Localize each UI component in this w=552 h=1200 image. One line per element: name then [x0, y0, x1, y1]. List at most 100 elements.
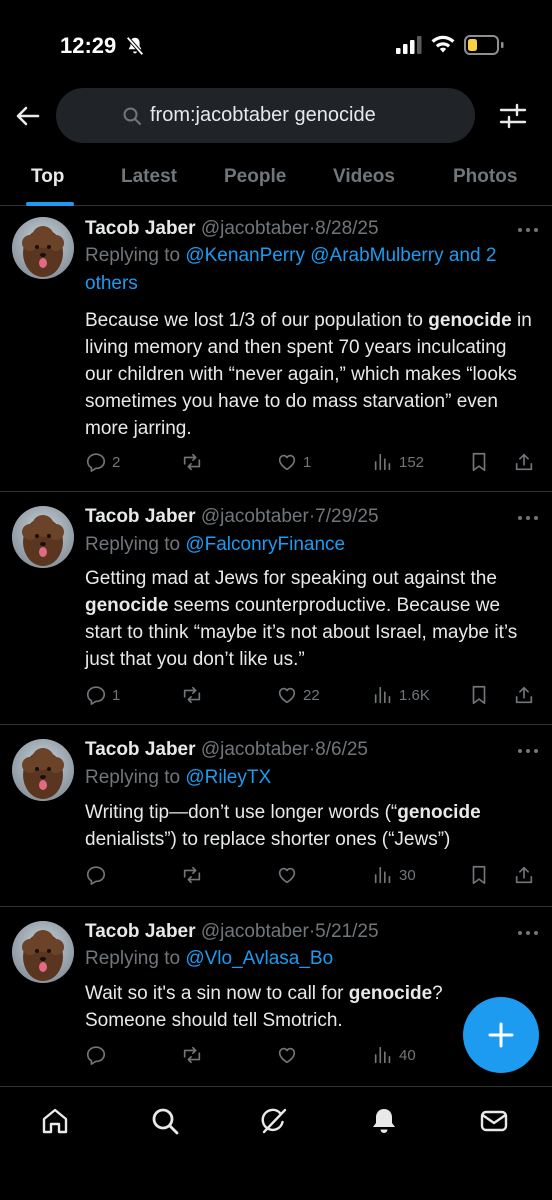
tweet-author-name[interactable]: Tacob Jaber [85, 506, 196, 527]
repost-button[interactable] [181, 683, 208, 707]
reply-count: 1 [112, 686, 121, 704]
tweet-date[interactable]: 7/29/25 [315, 506, 378, 527]
tweet-header: Tacob Jaber @jacobtaber·8/6/25 [85, 739, 368, 761]
tweet-author-handle[interactable]: @jacobtaber [201, 921, 309, 942]
dog-avatar-image [12, 217, 74, 279]
views-count: 1.6K [399, 686, 430, 704]
replying-to-mentions[interactable]: @Vlo_Avlasa_Bo [185, 948, 333, 969]
views-button[interactable]: 1.6K [372, 683, 430, 707]
more-options-icon[interactable] [516, 747, 540, 755]
replying-to-label: Replying to [85, 245, 186, 266]
views-button[interactable]: 40 [372, 1043, 416, 1067]
tab-latest[interactable]: Latest [121, 166, 177, 188]
tab-videos[interactable]: Videos [333, 166, 395, 188]
dog-avatar-image [12, 739, 74, 801]
tab-people[interactable]: People [224, 166, 286, 188]
tweet-card[interactable]: Tacob Jaber @jacobtaber·7/29/25 Replying… [0, 492, 552, 725]
battery-icon [464, 35, 504, 55]
repost-button[interactable] [181, 450, 208, 474]
replying-to-label: Replying to [85, 948, 186, 969]
status-bar: 12:29 [0, 0, 552, 80]
grok-icon[interactable] [258, 1105, 290, 1137]
dog-avatar-image [12, 921, 74, 983]
views-icon [374, 453, 391, 471]
tweet-author-name[interactable]: Tacob Jaber [85, 921, 196, 942]
dog-avatar-image [12, 506, 74, 568]
tweet-date[interactable]: 8/6/25 [315, 739, 368, 760]
like-icon [278, 1047, 296, 1064]
share-button[interactable] [513, 450, 535, 474]
avatar[interactable] [12, 921, 74, 983]
tweet-text-part: Wait so it's a sin now to call for [85, 983, 349, 1004]
reply-button[interactable]: 2 [85, 450, 120, 474]
like-button[interactable] [276, 863, 303, 887]
replying-to: Replying to @RileyTX [85, 764, 535, 792]
reply-icon [86, 453, 106, 472]
tweet-card[interactable]: Tacob Jaber @jacobtaber·8/6/25 Replying … [0, 725, 552, 907]
tweet-card[interactable]: Tacob Jaber @jacobtaber·8/28/25 Replying… [0, 207, 552, 492]
tweet-text: Because we lost 1/3 of our population to… [85, 307, 537, 442]
signal-icon [396, 36, 422, 54]
tweet-author-name[interactable]: Tacob Jaber [85, 218, 196, 239]
tweet-date[interactable]: 5/21/25 [315, 921, 378, 942]
tweet-author-name[interactable]: Tacob Jaber [85, 739, 196, 760]
share-icon [515, 453, 533, 471]
tweet-text-part: denialists”) to replace shorter ones (“J… [85, 829, 451, 850]
bookmark-icon [472, 865, 486, 885]
like-button[interactable]: 1 [276, 450, 311, 474]
search-icon[interactable] [149, 1105, 181, 1137]
bookmark-icon [472, 685, 486, 705]
avatar[interactable] [12, 739, 74, 801]
notifications-icon[interactable] [368, 1105, 400, 1137]
repost-icon [183, 686, 201, 704]
avatar[interactable] [12, 217, 74, 279]
bookmark-icon [472, 452, 486, 472]
share-button[interactable] [513, 683, 535, 707]
reply-button[interactable]: 1 [85, 683, 120, 707]
tweet-text-highlight: genocide [397, 802, 481, 823]
like-button[interactable]: 22 [276, 683, 320, 707]
bookmark-button[interactable] [468, 450, 490, 474]
tweet-author-handle[interactable]: @jacobtaber [201, 739, 309, 760]
tweet-author-handle[interactable]: @jacobtaber [201, 218, 309, 239]
repost-button[interactable] [181, 1043, 208, 1067]
views-count: 30 [399, 866, 416, 884]
tab-photos[interactable]: Photos [453, 166, 517, 188]
like-icon [278, 454, 296, 471]
repost-button[interactable] [181, 863, 208, 887]
like-button[interactable] [276, 1043, 303, 1067]
home-icon[interactable] [39, 1105, 71, 1137]
back-arrow-icon[interactable] [12, 100, 44, 132]
more-options-icon[interactable] [516, 929, 540, 937]
tweet-author-handle[interactable]: @jacobtaber [201, 506, 309, 527]
tweet-card[interactable]: Tacob Jaber @jacobtaber·5/21/25 Replying… [0, 907, 552, 1086]
reply-icon [86, 686, 106, 705]
plus-icon [488, 1022, 514, 1048]
replying-to-mentions[interactable]: @RileyTX [185, 767, 271, 788]
bookmark-button[interactable] [468, 683, 490, 707]
tweet-header: Tacob Jaber @jacobtaber·8/28/25 [85, 218, 379, 240]
more-options-icon[interactable] [516, 226, 540, 234]
views-button[interactable]: 30 [372, 863, 416, 887]
reply-button[interactable] [85, 1043, 112, 1067]
tweet-text-highlight: genocide [85, 595, 169, 616]
tab-top[interactable]: Top [31, 166, 64, 188]
bottom-navigation [0, 1086, 552, 1200]
views-button[interactable]: 152 [372, 450, 424, 474]
reply-button[interactable] [85, 863, 112, 887]
filter-sliders-icon[interactable] [497, 100, 529, 132]
replying-to-mentions[interactable]: @FalconryFinance [185, 534, 345, 555]
tweet-date[interactable]: 8/28/25 [315, 218, 378, 239]
more-options-icon[interactable] [516, 514, 540, 522]
share-button[interactable] [513, 863, 535, 887]
avatar[interactable] [12, 506, 74, 568]
tweet-text: Writing tip—don’t use longer words (“gen… [85, 799, 537, 853]
messages-icon[interactable] [478, 1105, 510, 1137]
search-input[interactable]: from:jacobtaber genocide [56, 88, 475, 143]
bookmark-button[interactable] [468, 863, 490, 887]
views-count: 152 [399, 453, 425, 471]
compose-post-button[interactable] [463, 997, 539, 1073]
like-icon [278, 687, 296, 704]
tweet-actions: 30 [85, 863, 540, 887]
share-icon [515, 686, 533, 704]
